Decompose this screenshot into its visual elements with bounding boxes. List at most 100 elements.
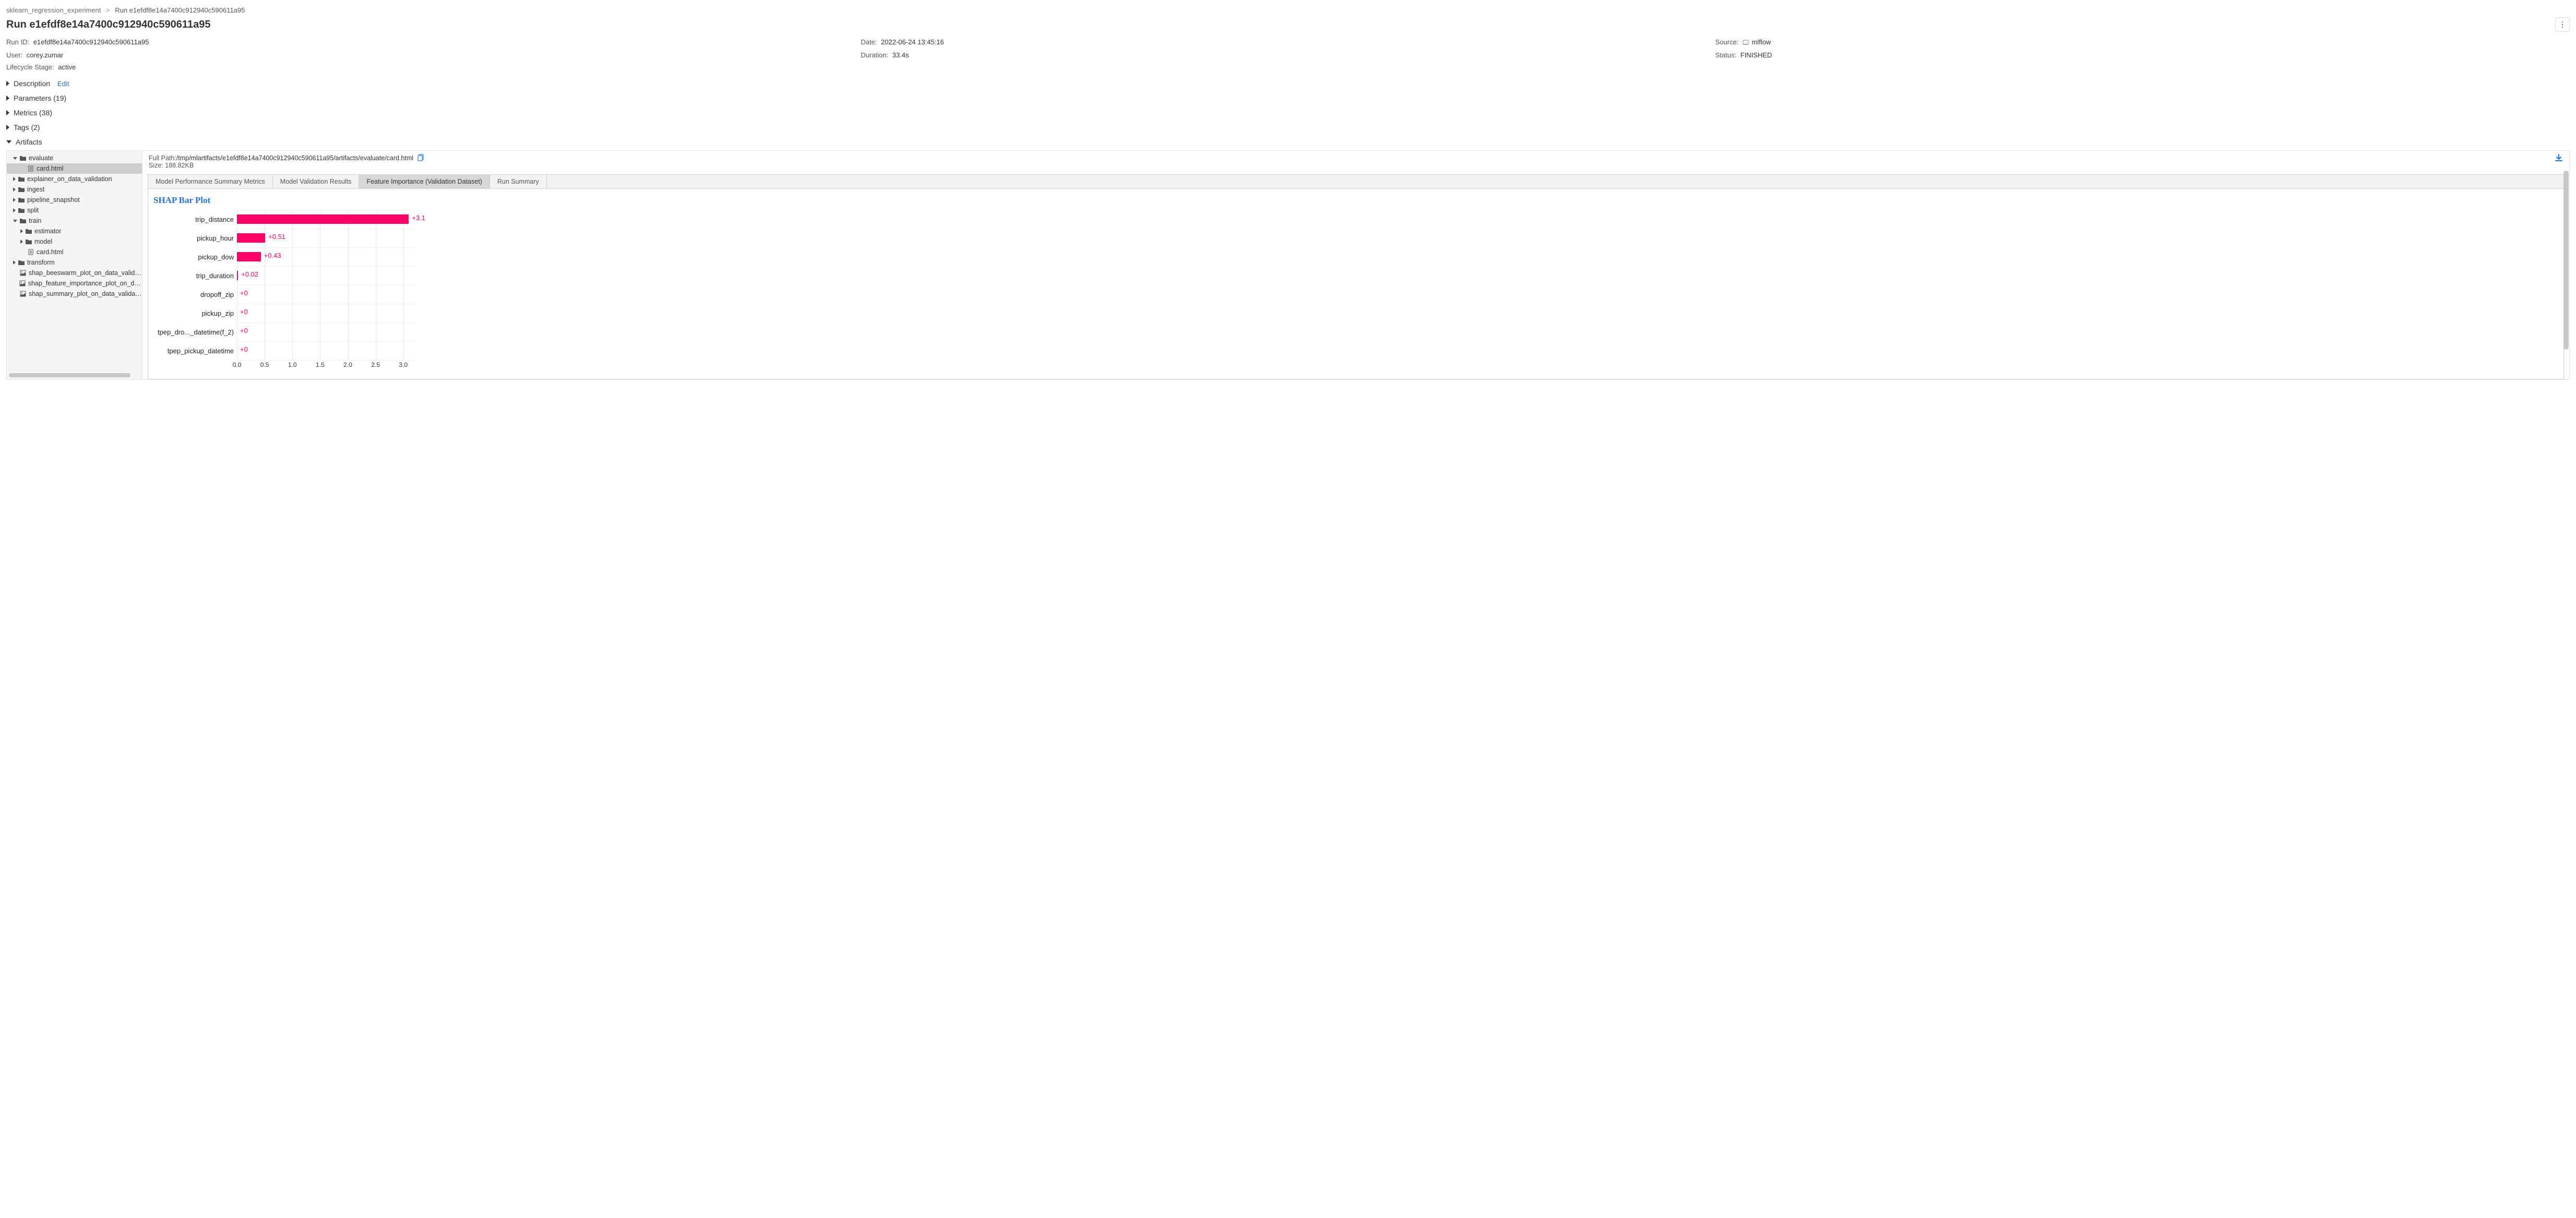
chart-xtick: 3.0 (399, 361, 408, 368)
meta-user: User: corey.zumar (6, 51, 861, 59)
tree-horizontal-scrollbar[interactable] (9, 373, 137, 378)
file-icon (27, 165, 34, 172)
chart-category-label: trip_distance (153, 216, 237, 223)
chart-xtick: 1.5 (316, 361, 325, 368)
tree-item[interactable]: evaluate (7, 153, 142, 163)
caret-down-icon (13, 220, 17, 222)
meta-lifecycle: Lifecycle Stage: active (6, 63, 861, 71)
file-icon (27, 249, 34, 255)
tree-item-label: estimator (34, 228, 61, 235)
folder-icon (18, 176, 25, 182)
tree-item[interactable]: shap_feature_importance_plot_on_data_val… (7, 278, 142, 289)
card-tab[interactable]: Run Summary (490, 175, 547, 188)
card-tab[interactable]: Feature Importance (Validation Dataset) (359, 175, 490, 188)
edit-description-link[interactable]: Edit (57, 80, 69, 88)
chart-bar (237, 233, 265, 243)
tree-item[interactable]: pipeline_snapshot (7, 195, 142, 205)
folder-icon (18, 186, 25, 193)
chart-category-label: pickup_zip (153, 309, 237, 317)
image-file-icon (19, 280, 26, 286)
tree-item[interactable]: train (7, 216, 142, 226)
chart-value-label: +0.51 (268, 233, 285, 241)
chart-value-label: +0 (240, 327, 248, 335)
tree-item[interactable]: explainer_on_data_validation (7, 174, 142, 184)
meta-source-link[interactable]: mlflow (1752, 38, 1771, 46)
chart-bar-row: dropoff_zip+0 (153, 285, 2563, 304)
vertical-dots-icon (2561, 21, 2563, 28)
breadcrumb: sklearn_regression_experiment > Run e1ef… (6, 4, 2570, 14)
chart-category-label: pickup_hour (153, 234, 237, 242)
chart-category-label: tpep_dro..._datetime(f_2) (153, 328, 237, 336)
tree-item[interactable]: estimator (7, 226, 142, 236)
artifact-tree[interactable]: evaluate card.html explainer_on_data_valid… (7, 151, 142, 379)
tree-item[interactable]: transform (7, 257, 142, 268)
tree-item[interactable]: ingest (7, 184, 142, 195)
image-file-icon (19, 291, 27, 297)
viewer-vertical-scrollbar[interactable] (2563, 169, 2569, 379)
caret-right-icon (13, 187, 16, 192)
artifact-size: Size: 188.82KB (149, 162, 2563, 169)
chart-bar-row: tpep_dro..._datetime(f_2)+0 (153, 323, 2563, 341)
folder-icon (25, 238, 32, 245)
caret-right-icon (6, 81, 9, 86)
breadcrumb-experiment[interactable]: sklearn_regression_experiment (6, 6, 101, 14)
caret-right-icon (20, 229, 23, 233)
artifact-viewer: Full Path:/tmp/mlartifacts/e1efdf8e14a74… (142, 151, 2569, 379)
meta-run-id: Run ID: e1efdf8e14a7400c912940c590611a95 (6, 38, 861, 47)
section-parameters: Parameters (19) (6, 94, 2570, 102)
tree-item[interactable]: shap_summary_plot_on_data_validation.png (7, 289, 142, 299)
chart-xtick: 0.5 (260, 361, 269, 368)
artifact-full-path: Full Path:/tmp/mlartifacts/e1efdf8e14a74… (149, 154, 2563, 162)
section-artifacts: Artifacts evaluatecard.htmlexplainer_on_… (6, 138, 2570, 380)
tree-item-label: train (29, 217, 41, 224)
tree-item-label: pipeline_snapshot (27, 196, 80, 204)
tree-item[interactable]: card.html (7, 163, 142, 174)
tree-item-label: card.html (37, 248, 63, 256)
caret-none (13, 271, 17, 276)
copy-path-button[interactable] (418, 154, 425, 161)
chart-title: SHAP Bar Plot (153, 195, 2563, 206)
tree-item-label: model (34, 238, 52, 245)
tree-item-label: evaluate (29, 154, 53, 162)
more-actions-button[interactable] (2555, 17, 2570, 32)
caret-right-icon (13, 198, 16, 202)
caret-none (12, 281, 17, 286)
notebook-icon (1743, 39, 1749, 47)
tree-item-label: shap_beeswarm_plot_on_data_validation.pn… (29, 269, 142, 277)
card-tabs: Model Performance Summary MetricsModel V… (148, 174, 2564, 189)
chart-bar (237, 271, 238, 280)
card-tab[interactable]: Model Performance Summary Metrics (148, 175, 273, 188)
tree-item-label: ingest (27, 186, 44, 193)
chart-bar-row: trip_duration+0.02 (153, 266, 2563, 285)
caret-right-icon (6, 110, 9, 115)
chart-bar-row: trip_distance +3.1 (153, 210, 2563, 229)
chart-bar-row: pickup_dow+0.43 (153, 247, 2563, 266)
chart-value-label: +3.1 (412, 214, 425, 222)
folder-icon (25, 228, 32, 234)
meta-duration: Duration: 33.4s (861, 51, 1715, 59)
chart-category-label: tpep_pickup_datetime (153, 347, 237, 355)
caret-right-icon (13, 208, 16, 212)
tree-item[interactable]: shap_beeswarm_plot_on_data_validation.pn… (7, 268, 142, 278)
shap-bar-chart: trip_distance +3.1 pickup_hour +0.51 pickup_… (153, 210, 2563, 373)
tree-item[interactable]: model (7, 236, 142, 247)
folder-icon (19, 155, 27, 161)
breadcrumb-separator: > (106, 6, 110, 14)
chart-bar (237, 214, 409, 224)
caret-right-icon (6, 125, 9, 130)
chart-value-label: +0 (240, 308, 248, 316)
chart-xtick: 0.0 (233, 361, 242, 368)
download-artifact-button[interactable] (2555, 154, 2563, 164)
tree-item[interactable]: card.html (7, 247, 142, 257)
caret-none (13, 292, 17, 296)
tree-item-label: card.html (37, 165, 63, 172)
card-tab[interactable]: Model Validation Results (273, 175, 360, 188)
caret-right-icon (6, 95, 9, 101)
page-title: Run e1efdf8e14a7400c912940c590611a95 (6, 19, 210, 31)
chart-bar-row: tpep_pickup_datetime+0 (153, 341, 2563, 360)
meta-status: Status: FINISHED (1715, 51, 2570, 59)
image-file-icon (19, 270, 27, 276)
tree-item-label: transform (27, 259, 55, 266)
tree-item[interactable]: split (7, 205, 142, 216)
caret-down-icon (13, 157, 17, 160)
